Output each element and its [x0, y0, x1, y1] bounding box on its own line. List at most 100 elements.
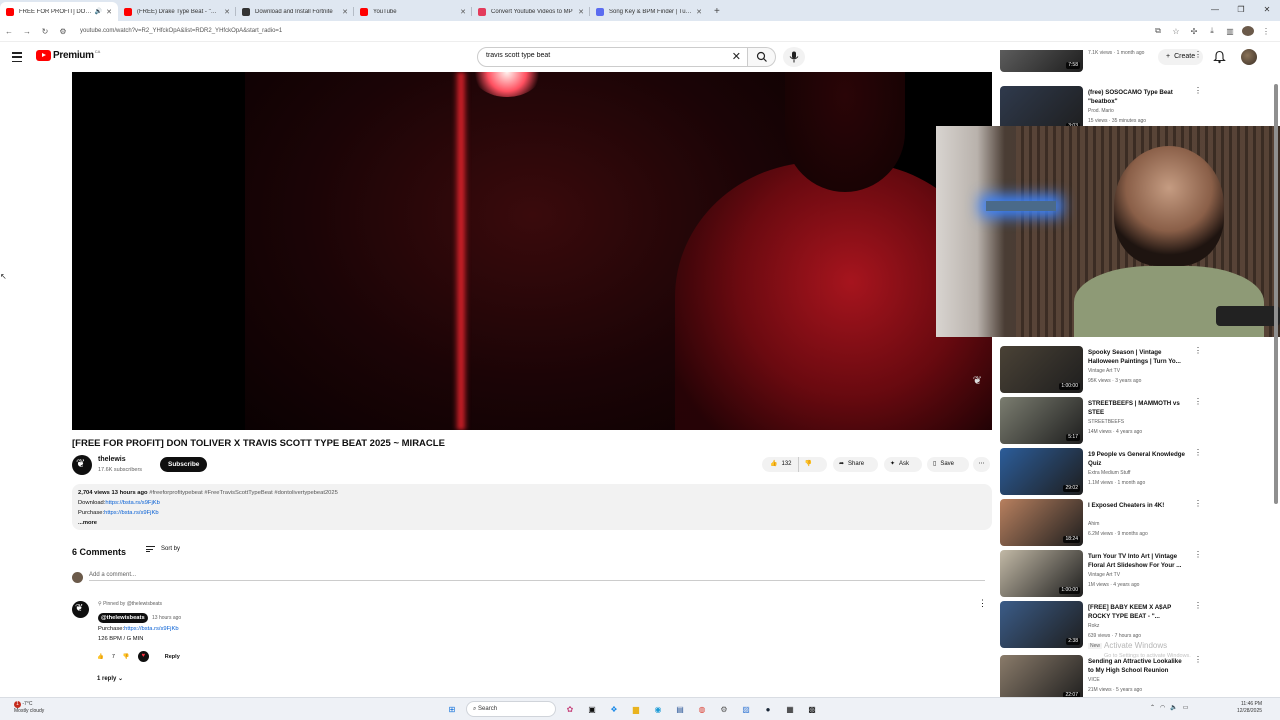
more-options-icon[interactable]: ⋮ — [1194, 86, 1202, 95]
clear-search-icon[interactable]: ✕ — [732, 50, 741, 63]
share-button[interactable]: ➦ Share — [833, 457, 878, 472]
recommended-channel[interactable]: Vintage Art TV — [1088, 368, 1120, 374]
comment-author[interactable]: @thelewisbeats — [98, 613, 148, 623]
more-options-icon[interactable]: ⋮ — [1194, 499, 1202, 508]
app-icon[interactable]: ▦ — [782, 701, 798, 717]
search-input[interactable] — [486, 52, 726, 59]
download-link[interactable]: https://bsta.rs/s9FjKb — [105, 500, 159, 506]
download-icon[interactable]: ⤓ — [1206, 26, 1218, 36]
site-info-icon[interactable]: ⚙ — [54, 27, 72, 36]
recommended-video[interactable]: 18:24 I Exposed Cheaters in 4K! Ahim 6.2M v… — [1000, 499, 1270, 549]
recommended-channel[interactable]: Vintage Art TV — [1088, 572, 1120, 578]
more-options-icon[interactable]: ⋮ — [1194, 655, 1202, 664]
save-button[interactable]: ▯ Save — [927, 457, 969, 472]
comment-author-avatar[interactable] — [72, 601, 89, 618]
url-field[interactable]: youtube.com/watch?v=R2_YHfckOpA&list=RDR… — [80, 28, 1152, 34]
recommended-title[interactable]: 19 People vs General Knowledge Quiz — [1088, 450, 1188, 468]
more-options-icon[interactable]: ⋮ — [1194, 346, 1202, 355]
browser-menu-icon[interactable]: ⋮ — [1260, 27, 1272, 36]
comment-time[interactable]: 13 hours ago — [152, 615, 181, 621]
capcut-icon[interactable]: ▩ — [804, 701, 820, 717]
speaker-icon[interactable]: 🔊 — [95, 8, 102, 15]
recommended-channel[interactable]: STREETBEEFS — [1088, 419, 1124, 425]
copilot-icon[interactable]: ✿ — [562, 701, 578, 717]
sort-comments-button[interactable]: Sort by — [146, 546, 180, 552]
video-thumbnail[interactable]: 7:58 — [1000, 50, 1083, 72]
minimize-icon[interactable]: — — [1202, 0, 1228, 21]
windows-start-icon[interactable]: ⊞ — [444, 701, 460, 717]
page-scrollbar[interactable] — [1273, 72, 1279, 696]
video-thumbnail[interactable]: 18:24 — [1000, 499, 1083, 546]
menu-icon[interactable] — [12, 52, 22, 62]
task-view-icon[interactable]: ▣ — [584, 701, 600, 717]
taskbar-clock[interactable]: 11:46 PM 12/28/2025 — [1237, 701, 1262, 715]
recommended-video[interactable]: 7:58 7.1K views · 1 month ago ⋮ — [1000, 50, 1270, 72]
more-options-icon[interactable]: ⋮ — [1194, 448, 1202, 457]
recommended-video[interactable]: 5:17 STREETBEEFS | MAMMOTH vs STEE STREETB… — [1000, 397, 1270, 447]
forward-icon[interactable]: → — [18, 27, 36, 36]
steam-icon[interactable]: ● — [760, 701, 776, 717]
more-options-icon[interactable]: ⋮ — [1194, 397, 1202, 406]
recommended-title[interactable]: Spooky Season | Vintage Halloween Painti… — [1088, 348, 1188, 366]
maximize-icon[interactable]: ❐ — [1228, 0, 1254, 21]
back-icon[interactable]: ← — [0, 27, 18, 36]
channel-watermark-icon[interactable]: ❦ — [973, 374, 982, 387]
video-thumbnail[interactable]: 5:17 — [1000, 397, 1083, 444]
browser-tab[interactable]: FREE FOR PROFIT] DON T 🔊 ✕ — [0, 2, 118, 21]
like-button[interactable]: 👍 132 — [762, 457, 799, 472]
bookmark-star-icon[interactable]: ☆ — [1170, 27, 1182, 36]
recommended-channel[interactable]: Rokz — [1088, 623, 1099, 629]
wifi-icon[interactable]: ◠ — [1160, 704, 1165, 711]
recommended-channel[interactable]: Prod. Mario — [1088, 108, 1114, 114]
recommended-channel[interactable]: VICE — [1088, 677, 1100, 683]
video-thumbnail[interactable]: 1:00:00 — [1000, 346, 1083, 393]
show-more-button[interactable]: ...more — [78, 518, 986, 528]
video-thumbnail[interactable]: 2:38 — [1000, 601, 1083, 648]
video-thumbnail[interactable]: 29:02 — [1000, 448, 1083, 495]
scrollbar-thumb[interactable] — [1274, 84, 1278, 504]
file-explorer-icon[interactable]: ▆ — [628, 701, 644, 717]
volume-icon[interactable]: 🔈 — [1170, 704, 1177, 711]
close-tab-icon[interactable]: ✕ — [106, 8, 112, 16]
recommended-title[interactable]: STREETBEEFS | MAMMOTH vs STEE — [1088, 399, 1188, 417]
recommended-title[interactable]: (free) SOSOCAMO Type Beat "beatbox" — [1088, 88, 1188, 106]
tray-overflow-icon[interactable]: ⌃ — [1150, 704, 1155, 711]
channel-name[interactable]: thelewis — [98, 456, 126, 463]
video-thumbnail[interactable]: 22:07 — [1000, 655, 1083, 702]
browser-tab[interactable]: Song Key & BPM Finder | Tunel ✕ — [590, 2, 708, 21]
taskbar-search[interactable]: ⌕ Search — [466, 701, 556, 717]
reload-icon[interactable]: ↻ — [36, 27, 54, 36]
recommended-video[interactable]: 29:02 19 People vs General Knowledge Quiz… — [1000, 448, 1270, 498]
hashtags[interactable]: #freeforprofitypebeat #FreeTravisScottTy… — [149, 490, 338, 496]
voice-search-button[interactable] — [783, 47, 805, 67]
subscribe-button[interactable]: Subscribe — [160, 457, 208, 472]
browser-tab[interactable]: Download and Install Fortnite ✕ — [236, 2, 354, 21]
youtube-logo[interactable]: Premium CA — [36, 49, 100, 61]
photos-icon[interactable]: ▨ — [738, 701, 754, 717]
widgets-icon[interactable]: ❖ — [606, 701, 622, 717]
split-view-icon[interactable]: ▥ — [1224, 27, 1236, 36]
browser-tab[interactable]: (FREE) Drake Type Beat - "CHA ✕ — [118, 2, 236, 21]
recommended-title[interactable]: I Exposed Cheaters in 4K! — [1088, 501, 1188, 510]
recommended-title[interactable]: Turn Your TV Into Art | Vintage Floral A… — [1088, 552, 1188, 570]
channel-avatar[interactable] — [72, 455, 92, 475]
new-tab-button[interactable]: + — [708, 2, 726, 21]
close-tab-icon[interactable]: ✕ — [578, 8, 584, 16]
close-tab-icon[interactable]: ✕ — [696, 8, 702, 16]
extensions-icon[interactable]: ✣ — [1188, 27, 1200, 36]
install-app-icon[interactable]: ⧉ — [1152, 26, 1164, 36]
recommended-video[interactable]: 1:00:00 Turn Your TV Into Art | Vintage F… — [1000, 550, 1270, 600]
video-thumbnail[interactable]: 1:00:00 — [1000, 550, 1083, 597]
chrome-icon[interactable]: ◍ — [694, 701, 710, 717]
browser-tab[interactable]: YouTube ✕ — [354, 2, 472, 21]
purchase-link[interactable]: https://bsta.rs/s9FjKb — [104, 510, 158, 516]
comment-purchase-link[interactable]: https://bsta.rs/s9FjKb — [124, 626, 178, 632]
more-options-icon[interactable]: ⋮ — [1194, 50, 1202, 59]
recommended-channel[interactable]: Ahim — [1088, 521, 1099, 527]
comment-menu-icon[interactable]: ⋮ — [978, 598, 987, 609]
close-window-icon[interactable]: ✕ — [1254, 0, 1280, 21]
description-box[interactable]: 2,704 views 13 hours ago #freeforprofity… — [72, 484, 992, 530]
comment-like-button[interactable]: 👍 — [97, 654, 104, 660]
close-tab-icon[interactable]: ✕ — [342, 8, 348, 16]
store-icon[interactable]: ▤ — [672, 701, 688, 717]
